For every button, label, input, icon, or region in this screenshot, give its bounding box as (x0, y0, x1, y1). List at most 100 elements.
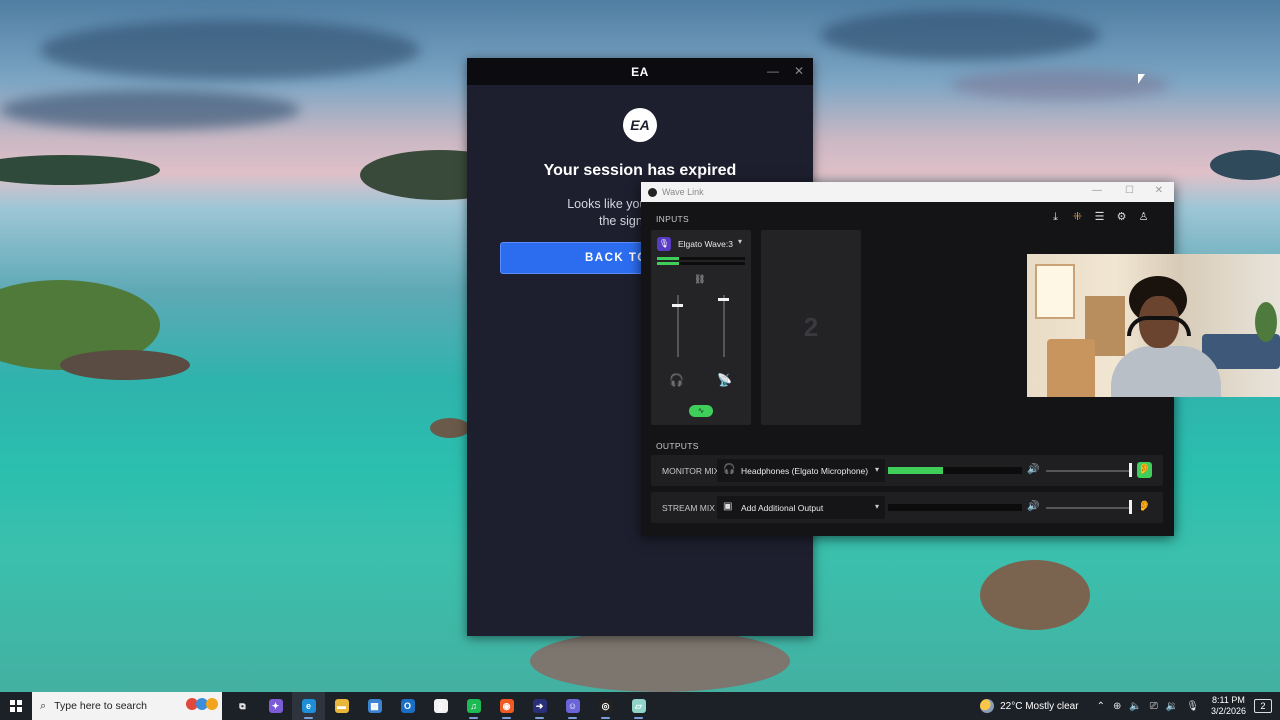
speaker-icon[interactable]: 🔊 (1027, 501, 1039, 512)
session-expired-heading: Your session has expired (543, 162, 737, 179)
spotify-icon: ♫ (466, 699, 481, 713)
headset (1127, 316, 1191, 336)
close-icon[interactable]: ✕ (794, 64, 804, 78)
output-label: STREAM MIX (662, 503, 715, 513)
start-button[interactable] (0, 692, 32, 720)
listen-ear-icon[interactable]: 👂 (1137, 499, 1152, 515)
taskbar-app[interactable]: ◉ (490, 692, 523, 720)
taskbar-app[interactable]: ▬ (325, 692, 358, 720)
wallpaper-cloud (820, 10, 1100, 60)
document-icon: ▯ (433, 699, 448, 713)
webcam-background-chair (1047, 339, 1095, 397)
origin-icon: ◉ (499, 699, 514, 713)
gear-icon[interactable]: ⚙ (1115, 211, 1128, 224)
person-body (1111, 346, 1221, 397)
meter-fill (888, 467, 943, 474)
outputs-label: OUTPUTS (656, 441, 699, 451)
meter-fill (657, 262, 679, 265)
inputs-label: INPUTS (656, 214, 689, 224)
wallpaper-island (530, 630, 790, 692)
volume-icon[interactable]: 🔉 (1166, 701, 1178, 712)
channel-name[interactable]: Elgato Wave:3 (678, 239, 733, 249)
taskbar-app[interactable]: O (391, 692, 424, 720)
broadcast-icon[interactable]: 📡 (717, 373, 732, 387)
search-highlight-icon (186, 698, 218, 710)
monitor-volume-slider[interactable] (672, 295, 683, 357)
discord-icon: ☺ (565, 699, 580, 713)
taskbar-app[interactable]: ◎ (589, 692, 622, 720)
speaker-device-icon: ▣ (723, 501, 733, 512)
app-icon: ▱ (631, 699, 646, 713)
output-device-name: Headphones (Elgato Microphone) (741, 466, 869, 476)
outlook-icon: O (400, 699, 415, 713)
headphones-mute-icon[interactable]: 🎧 (669, 373, 684, 387)
slider-thumb[interactable] (1129, 500, 1132, 514)
chevron-up-icon[interactable]: ⌃ (1097, 701, 1105, 712)
slider-thumb[interactable] (718, 298, 729, 302)
notification-center-icon[interactable]: 2 (1254, 699, 1272, 713)
mixer-settings-icon[interactable]: ☰ (1093, 211, 1106, 224)
weather-text[interactable]: 22°C Mostly clear (1000, 701, 1078, 712)
taskbar-app[interactable]: ✦ (259, 692, 292, 720)
listen-ear-icon[interactable]: 👂 (1137, 462, 1152, 478)
minimize-icon[interactable]: — (1092, 185, 1102, 196)
apps-grid-icon[interactable]: ⁜ (1071, 211, 1084, 224)
tray-app-icon[interactable]: ⊕ (1113, 701, 1121, 712)
wallpaper-island (980, 560, 1090, 630)
taskbar-app[interactable]: ▱ (622, 692, 655, 720)
output-device-select[interactable]: ▣ Add Additional Output ▾ (717, 496, 885, 519)
taskbar-app[interactable]: ♫ (457, 692, 490, 720)
ea-titlebar[interactable]: EA — ✕ (467, 58, 813, 85)
channel-level-meter (657, 262, 745, 265)
windows-logo-icon (10, 700, 22, 712)
wave-link-icon: ◎ (598, 699, 613, 713)
microphone-icon[interactable]: 🎙 (1186, 701, 1199, 712)
copilot-icon: ✦ (268, 699, 283, 713)
profile-icon[interactable]: ♙ (1137, 211, 1150, 224)
webcam-background-window (1035, 264, 1075, 319)
taskbar-app[interactable]: ▦ (358, 692, 391, 720)
chevron-down-icon[interactable]: ▾ (738, 237, 742, 246)
output-device-select[interactable]: 🎧 Headphones (Elgato Microphone) ▾ (717, 459, 885, 482)
wallpaper-cloud (950, 70, 1170, 100)
task-view-icon: ⧉ (239, 700, 246, 711)
output-level-meter (888, 504, 1022, 511)
ea-window-title: EA (631, 64, 649, 79)
search-icon: ⌕ (40, 699, 47, 712)
taskbar-app[interactable]: ☺ (556, 692, 589, 720)
slider-thumb[interactable] (672, 304, 683, 308)
minimize-icon[interactable]: — (767, 64, 779, 78)
taskbar-apps: ⧉ ✦ e ▬ ▦ O ▯ ♫ ◉ ➜ ☺ ◎ ▱ (226, 692, 655, 720)
ea-app-icon: ➜ (532, 699, 547, 713)
maximize-icon[interactable]: ☐ (1125, 185, 1134, 196)
wallpaper-island (430, 418, 470, 438)
output-volume-slider[interactable] (1046, 470, 1131, 472)
speaker-icon[interactable]: 🔊 (1027, 464, 1039, 475)
system-tray: 22°C Mostly clear ⌃ ⊕ 🔈 ⎚ 🔉 🎙 8:11 PM 3/… (980, 692, 1280, 720)
chevron-down-icon: ▾ (874, 465, 879, 474)
taskbar-app[interactable]: ⧉ (226, 692, 259, 720)
weather-icon[interactable] (980, 699, 995, 713)
taskbar-app[interactable]: ➜ (523, 692, 556, 720)
input-channel-elgato-wave3: 🎙 Elgato Wave:3 ▾ ⛓ 🎧 📡 ∿ (651, 230, 751, 425)
taskbar-app[interactable]: e (292, 692, 325, 720)
store-icon: ▦ (367, 699, 382, 713)
taskbar-search[interactable]: ⌕ Type here to search (32, 692, 222, 720)
output-device-name: Add Additional Output (741, 503, 824, 513)
network-icon[interactable]: ⎚ (1150, 701, 1158, 712)
close-icon[interactable]: ✕ (1155, 185, 1163, 196)
speaker-icon[interactable]: 🔈 (1129, 701, 1141, 712)
output-volume-slider[interactable] (1046, 507, 1131, 509)
stream-volume-slider[interactable] (718, 295, 729, 357)
taskbar-app[interactable]: ▯ (424, 692, 457, 720)
empty-input-slot[interactable]: 2 (761, 230, 861, 425)
download-icon[interactable]: ⤓ (1049, 211, 1062, 224)
slider-thumb[interactable] (1129, 463, 1132, 477)
effects-toggle-button[interactable]: ∿ (689, 405, 713, 417)
wave-link-title: Wave Link (662, 187, 704, 197)
output-row-stream-mix: STREAM MIX ▣ Add Additional Output ▾ 🔊 👂 (651, 492, 1163, 523)
clock[interactable]: 8:11 PM 3/2/2026 (1211, 695, 1246, 717)
link-icon[interactable]: ⛓ (694, 274, 705, 285)
wallpaper-cloud (0, 90, 300, 130)
wave-link-titlebar[interactable]: Wave Link — ☐ ✕ (641, 182, 1174, 202)
